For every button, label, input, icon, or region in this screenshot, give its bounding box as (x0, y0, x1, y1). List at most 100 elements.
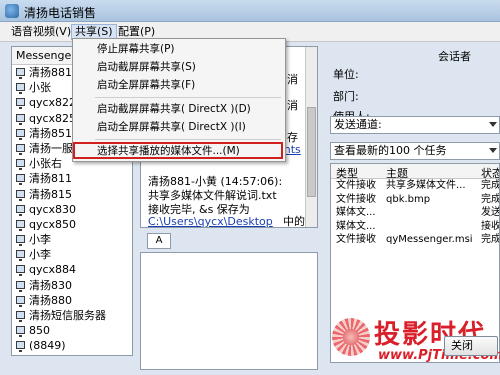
send-channel-value: 发送通道: (334, 118, 382, 131)
cell-type: 文件接收 (336, 193, 376, 205)
title-bar: 清扬电话销售 (0, 0, 500, 22)
computer-icon (16, 204, 25, 216)
cell-status: 发送 (481, 207, 500, 218)
contact-name: 清扬811 (29, 172, 72, 186)
contact-item[interactable]: qycx830 (12, 202, 132, 217)
contact-name: 清扬一服 (29, 141, 73, 155)
contact-name: (8849) (29, 339, 66, 353)
contact-name: 清扬短信服务器 (29, 309, 106, 322)
menu-item-start-region-share[interactable]: 启动截屏屏幕共享(S) (97, 59, 196, 75)
contact-item[interactable]: qycx850 (12, 217, 132, 232)
computer-icon (16, 295, 25, 307)
chevron-down-icon (489, 148, 497, 153)
contact-name: 小张 (29, 81, 51, 95)
annotation-highlight (73, 142, 283, 159)
contact-name: 小李 (29, 233, 51, 247)
contact-name: 清扬851 (29, 126, 72, 140)
cell-subject: qyMessenger.msi (386, 234, 473, 245)
close-button[interactable]: 关闭 (444, 336, 498, 356)
cell-type: 文件接收 (336, 180, 376, 191)
contact-item[interactable]: qycx884 (12, 262, 132, 277)
contact-item[interactable]: 清扬830 (12, 278, 132, 293)
task-filter-value: 查看最新的100 个任务 (334, 144, 447, 157)
computer-icon (16, 311, 25, 322)
message-input[interactable] (140, 252, 318, 370)
contact-name: 清扬830 (29, 278, 72, 292)
menu-item-start-fullscreen-share-directx[interactable]: 启动全屏屏幕共享( DirectX )(I) (97, 119, 246, 135)
menu-separator (95, 139, 281, 140)
computer-icon (16, 113, 25, 125)
computer-icon (16, 250, 25, 262)
computer-icon (16, 280, 25, 292)
app-icon (5, 4, 19, 18)
table-row[interactable]: 文件接收 qyMessenger.msi 完成 (331, 233, 499, 247)
contact-item[interactable]: 小李 (12, 247, 132, 262)
contact-name: 清扬881 (29, 66, 72, 79)
contact-item[interactable]: 清扬811 (12, 171, 132, 186)
dept-label: 部门: (333, 90, 359, 103)
computer-icon (16, 189, 25, 201)
contact-name: 清扬815 (29, 187, 72, 201)
contact-item[interactable]: 清扬880 (12, 293, 132, 308)
file-path-link[interactable]: C:\Users\qycx\Desktop (148, 215, 273, 227)
contact-name: qycx884 (29, 263, 77, 277)
contact-name: 小李 (29, 248, 51, 262)
cell-status: 完成 (481, 193, 500, 205)
computer-icon (16, 235, 25, 247)
table-row[interactable]: 文件接收 qbk.bmp 完成 (331, 193, 499, 207)
contact-name: qycx822 (29, 96, 77, 110)
task-filter-select[interactable]: 查看最新的100 个任务 (330, 142, 500, 160)
contact-name: qycx830 (29, 202, 77, 216)
table-row[interactable]: 媒体文... 发送 (331, 206, 499, 220)
computer-icon (16, 143, 25, 155)
chat-fragment: 中的 (283, 215, 305, 228)
participants-title: 会话者 (438, 50, 471, 63)
contact-name: 850 (29, 324, 50, 338)
cell-status: 接收 (481, 220, 500, 232)
computer-icon (16, 159, 25, 171)
watermark-logo (332, 318, 370, 356)
font-button[interactable]: A (147, 233, 171, 249)
computer-icon (16, 326, 25, 338)
send-channel-select[interactable]: 发送通道: (330, 116, 500, 134)
contact-item[interactable]: 850 (12, 323, 132, 338)
chat-fragment: 消 (287, 99, 298, 112)
computer-icon (16, 174, 25, 186)
computer-icon (16, 219, 25, 231)
computer-icon (16, 128, 25, 140)
computer-icon (16, 68, 25, 79)
table-row[interactable]: 文件接收 共享多媒体文件... 完成 (331, 179, 499, 193)
cell-status: 完成 (481, 180, 500, 191)
contact-item[interactable]: 清扬815 (12, 187, 132, 202)
table-header: 类型 主题 状态 (331, 164, 499, 180)
menu-item-start-region-share-directx[interactable]: 启动截屏屏幕共享( DirectX )(D) (97, 101, 251, 117)
cell-type: 媒体文... (336, 207, 376, 218)
contact-item[interactable]: 清扬短信服务器 (12, 308, 132, 323)
menu-separator (95, 97, 281, 98)
table-row[interactable]: 媒体文... 接收 (331, 220, 499, 234)
cell-type: 媒体文... (336, 220, 376, 232)
scrollbar-thumb[interactable] (307, 107, 316, 197)
menu-item-stop-share[interactable]: 停止屏幕共享(P) (97, 41, 175, 57)
computer-icon (16, 341, 25, 353)
computer-icon (16, 98, 25, 110)
contact-item[interactable]: 小李 (12, 232, 132, 247)
cell-subject: 共享多媒体文件... (386, 180, 466, 191)
cell-type: 文件接收 (336, 234, 376, 245)
contact-item[interactable]: (8849) (12, 338, 132, 353)
menu-voice-video[interactable]: 语音视频(V) (8, 24, 74, 40)
menu-item-start-fullscreen-share[interactable]: 启动全屏屏幕共享(F) (97, 77, 195, 93)
contact-name: qycx850 (29, 217, 77, 231)
contact-name: qycx825 (29, 111, 77, 125)
computer-icon (16, 265, 25, 277)
unit-label: 单位: (333, 68, 359, 81)
cell-subject: qbk.bmp (386, 193, 431, 205)
chat-scrollbar[interactable] (305, 47, 317, 227)
contact-name: 清扬880 (29, 293, 72, 307)
cell-status: 完成 (481, 234, 500, 245)
window-title: 清扬电话销售 (24, 6, 97, 20)
chevron-down-icon (489, 122, 497, 127)
computer-icon (16, 83, 25, 95)
contact-name: 小张右 (29, 157, 62, 171)
chat-fragment: 消 (287, 73, 298, 86)
